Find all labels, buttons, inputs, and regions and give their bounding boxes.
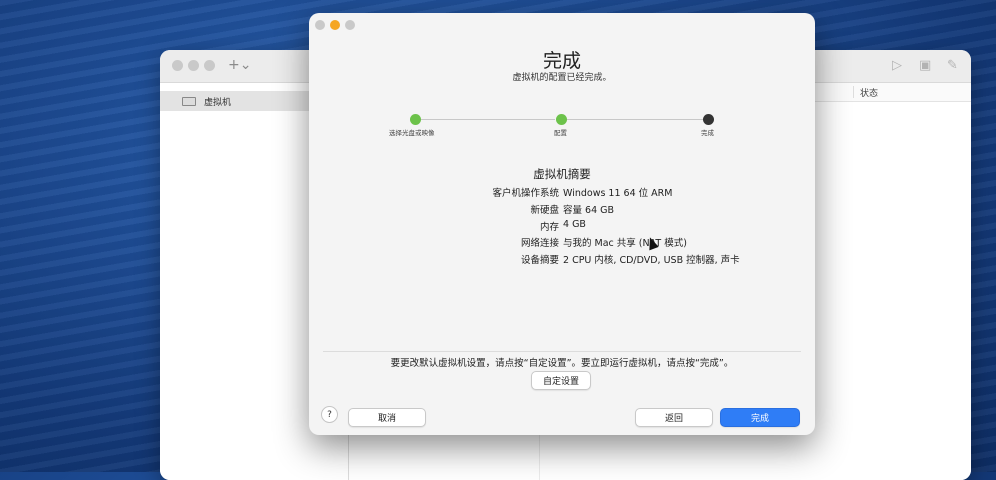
back-button[interactable]: 返回 [635, 408, 713, 427]
summary-row-devices: 设备摘要 2 CPU 内核, CD/DVD, USB 控制器, 声卡 [309, 252, 815, 266]
step-current-icon [703, 114, 714, 125]
add-vm-button[interactable]: +⌄ [228, 57, 251, 73]
customize-notice: 要更改默认虚拟机设置，请点按“自定设置”。要立即运行虚拟机，请点按“完成”。 [390, 358, 734, 369]
summary-row-network: 网络连接 与我的 Mac 共享 (NAT 模式) [309, 235, 815, 249]
minimize-button[interactable] [188, 60, 199, 71]
summary-value: 容量 64 GB [563, 205, 615, 216]
step-done-icon [410, 114, 421, 125]
summary-value: Windows 11 64 位 ARM [563, 188, 673, 199]
summary-row-os: 客户机操作系统 Windows 11 64 位 ARM [309, 185, 815, 199]
summary-label: 内存 [539, 222, 559, 233]
help-button[interactable]: ? [321, 406, 338, 423]
step-label-media: 选择光盘或映像 [389, 129, 435, 137]
summary-label: 网络连接 [520, 238, 559, 249]
dialog-minimize-button[interactable] [330, 20, 340, 30]
summary-title: 虚拟机摘要 [533, 167, 591, 181]
play-icon[interactable]: ▷ [892, 58, 902, 73]
footer-divider [323, 351, 801, 352]
zoom-button[interactable] [204, 60, 215, 71]
summary-row-memory: 内存 4 GB [309, 219, 815, 233]
step-connector [567, 119, 703, 120]
close-button[interactable] [172, 60, 183, 71]
new-vm-assistant-dialog: 完成 虚拟机的配置已经完成。 选择光盘或映像 配置 完成 虚拟机摘要 客户机操作… [309, 13, 815, 435]
page-title: 完成 [542, 50, 581, 72]
summary-value: 4 GB [563, 219, 586, 230]
settings-icon[interactable]: ✎ [947, 58, 958, 73]
summary-label: 新硬盘 [530, 205, 559, 216]
snapshot-icon[interactable]: ▣ [919, 58, 931, 73]
page-subtitle: 虚拟机的配置已经完成。 [512, 73, 612, 83]
step-done-icon [556, 114, 567, 125]
summary-value: 2 CPU 内核, CD/DVD, USB 控制器, 声卡 [563, 255, 740, 266]
step-label-config: 配置 [554, 129, 567, 137]
customize-settings-button[interactable]: 自定设置 [531, 371, 591, 390]
vm-icon [182, 96, 196, 106]
step-connector [421, 119, 555, 120]
step-label-finish: 完成 [701, 129, 714, 137]
summary-label: 设备摘要 [520, 255, 559, 266]
summary-label: 客户机操作系统 [492, 188, 559, 199]
status-column-header[interactable]: 状态 [853, 86, 878, 99]
summary-value: 与我的 Mac 共享 (NAT 模式) [563, 238, 687, 249]
summary-row-disk: 新硬盘 容量 64 GB [309, 202, 815, 216]
cancel-button[interactable]: 取消 [348, 408, 426, 427]
sidebar-item-label: 虚拟机 [204, 97, 232, 108]
dialog-zoom-button[interactable] [345, 20, 355, 30]
finish-button[interactable]: 完成 [720, 408, 800, 427]
dialog-close-button[interactable] [315, 20, 325, 30]
